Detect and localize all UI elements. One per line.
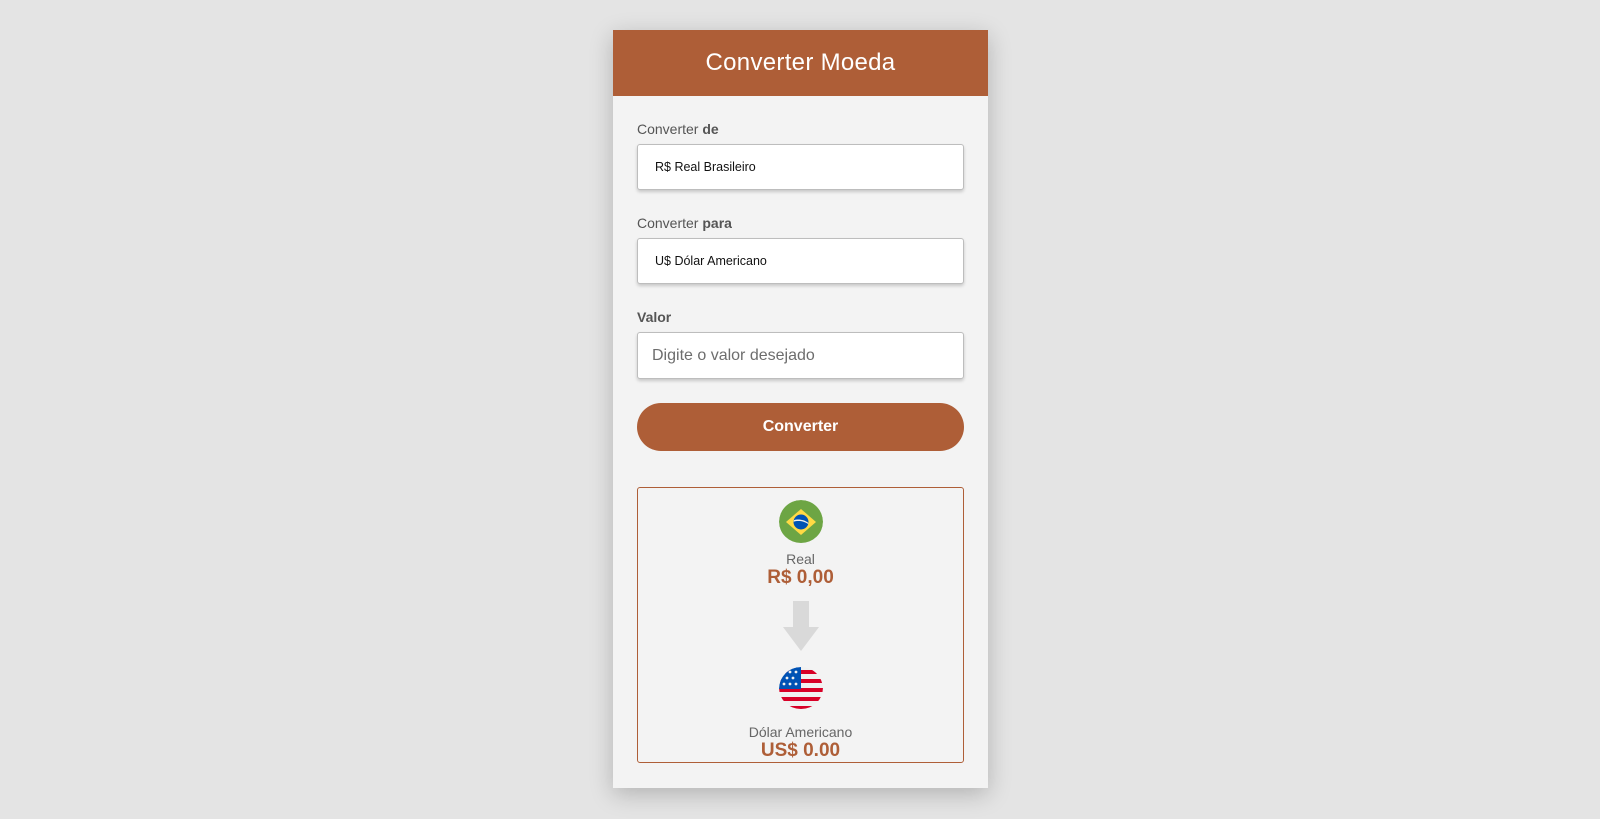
from-currency-value: R$ Real Brasileiro — [655, 160, 756, 174]
converter-form: Converter de R$ Real Brasileiro Converte… — [613, 120, 988, 763]
to-currency-select[interactable]: U$ Dólar Americano — [637, 238, 964, 284]
convert-button-label: Converter — [762, 418, 839, 435]
target-currency-name: Dólar Americano — [748, 724, 853, 740]
amount-label: Valor — [637, 309, 672, 325]
to-currency-label: Converter para — [637, 215, 732, 231]
brazil-flag-icon — [778, 500, 823, 543]
amount-input[interactable] — [650, 345, 954, 366]
conversion-result: Real R$ 0,00 Dólar Americano US$ 0.00 — [637, 487, 964, 763]
amount-field-wrapper — [637, 332, 964, 379]
app-header: Converter Moeda — [613, 30, 988, 96]
page-title: Converter Moeda — [705, 49, 896, 76]
source-currency-value: R$ 0,00 — [767, 566, 834, 588]
usa-flag-icon — [778, 666, 823, 709]
from-currency-select[interactable]: R$ Real Brasileiro — [637, 144, 964, 190]
convert-button[interactable]: Converter — [637, 403, 964, 451]
to-currency-value: U$ Dólar Americano — [655, 254, 767, 268]
from-currency-label: Converter de — [637, 121, 719, 137]
converter-card: Converter Moeda Converter de R$ Real Bra… — [613, 30, 988, 788]
arrow-down-icon — [782, 600, 819, 651]
source-currency-name: Real — [786, 550, 815, 567]
target-currency-value: US$ 0.00 — [760, 740, 841, 761]
